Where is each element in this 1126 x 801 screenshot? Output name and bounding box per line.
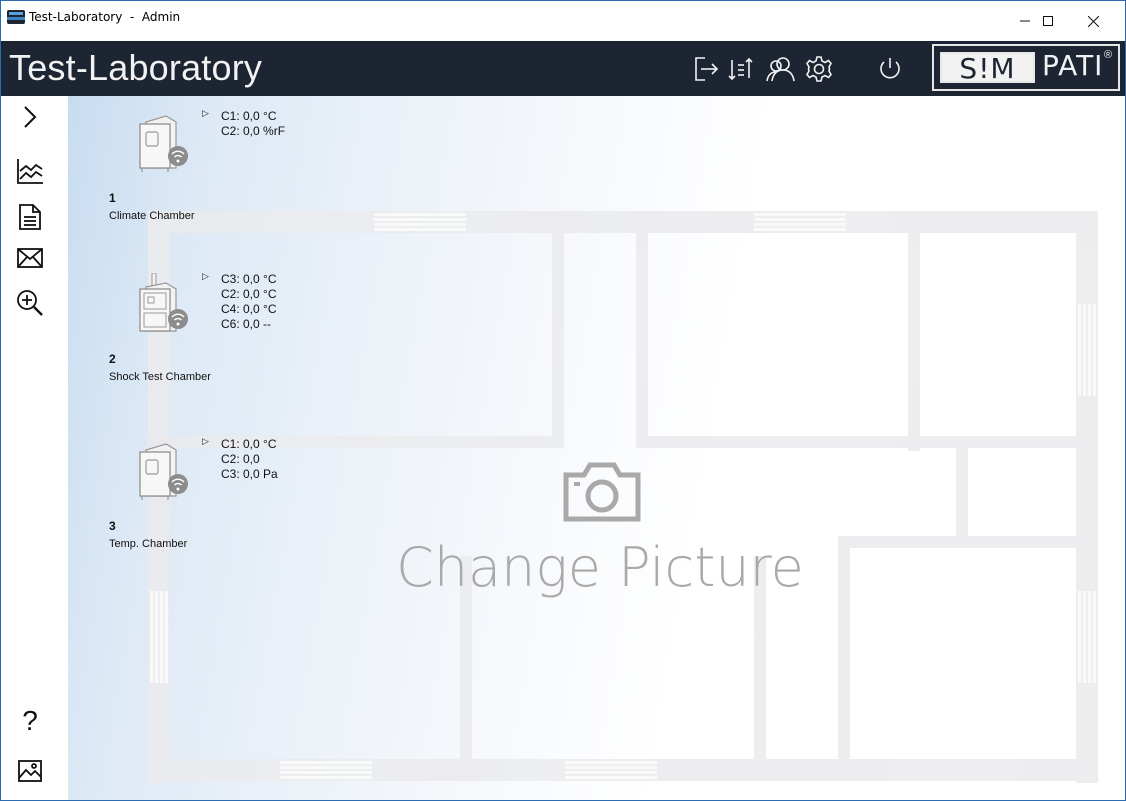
chart-icon [17,159,43,184]
expand-values-icon[interactable]: ▷ [202,436,209,447]
close-icon [1087,15,1099,27]
help-button[interactable]: ? [15,705,45,736]
sort-icon [728,57,753,81]
image-icon [18,760,42,782]
value-line: C3: 0,0 °C [221,272,277,286]
app-window: Test-Laboratory - Admin Test-Laboratory [0,0,1126,801]
change-image-button[interactable] [15,756,45,786]
device-values: C1: 0,0 °C C2: 0,0 %rF [221,109,285,139]
expand-values-icon[interactable]: ▷ [202,271,209,282]
report-button[interactable] [15,202,45,232]
value-line: C4: 0,0 °C [221,302,277,316]
page-title: Test-Laboratory [9,47,263,88]
value-line: C3: 0,0 Pa [221,467,278,481]
app-header: Test-Laboratory S!M PATI ® [1,41,1125,96]
logo-registered: ® [1104,49,1113,61]
maximize-icon [1043,16,1053,26]
value-line: C2: 0,0 °C [221,287,277,301]
power-button[interactable] [875,54,905,84]
zoom-in-button[interactable] [15,288,45,318]
device-climate-chamber[interactable]: ▷ C1: 0,0 °C C2: 0,0 %rF 1 Climate Chamb… [68,96,368,226]
settings-button[interactable] [804,54,834,84]
logout-icon [695,57,719,81]
device-name: Shock Test Chamber [109,371,211,383]
logout-button[interactable] [691,54,721,84]
window-title: Test-Laboratory - Admin [29,10,181,24]
users-icon [766,57,795,82]
expand-chevron-icon [24,106,37,128]
device-temp-chamber[interactable]: ▷ C1: 0,0 °C C2: 0,0 C3: 0,0 Pa 3 Temp. … [68,424,368,554]
value-line: C2: 0,0 [221,452,260,466]
simpati-logo: S!M PATI ® [932,44,1120,91]
camera-icon [563,462,641,522]
value-line: C1: 0,0 °C [221,437,277,451]
app-icon [7,10,25,24]
device-values: C1: 0,0 °C C2: 0,0 C3: 0,0 Pa [221,437,278,482]
device-values: C3: 0,0 °C C2: 0,0 °C C4: 0,0 °C C6: 0,0… [221,272,277,332]
value-line: C6: 0,0 -- [221,317,272,331]
value-line: C2: 0,0 %rF [221,124,286,138]
document-icon [19,204,41,230]
mail-icon [17,248,43,268]
expand-values-icon[interactable]: ▷ [202,108,209,119]
users-button[interactable] [766,54,796,84]
expand-sidebar-button[interactable] [15,102,45,132]
sort-button[interactable] [726,54,756,84]
logo-box: S!M [940,52,1035,83]
power-icon [880,58,900,79]
close-button[interactable] [1070,1,1116,41]
logo-text: PATI [1042,49,1104,82]
change-picture-label: Change Picture [396,536,804,599]
settings-icon [806,56,832,82]
title-bar: Test-Laboratory - Admin [1,1,1125,41]
climate-chamber-icon [139,115,188,172]
chart-button[interactable] [15,156,45,186]
help-icon: ? [22,705,38,736]
device-name: Temp. Chamber [109,538,188,550]
device-number: 1 [109,191,116,205]
device-number: 3 [109,519,116,533]
zoom-in-icon [17,290,43,316]
maximize-button[interactable] [1025,1,1071,41]
device-shock-test-chamber[interactable]: ▷ C3: 0,0 °C C2: 0,0 °C C4: 0,0 °C C6: 0… [68,259,368,389]
device-name: Climate Chamber [109,210,195,222]
mail-button[interactable] [15,243,45,273]
sidebar: ? [1,96,68,800]
value-line: C1: 0,0 °C [221,109,277,123]
temp-chamber-icon [139,443,188,500]
floor-plan-area: Change Picture ▷ C1: 0,0 °C C2: 0,0 %rF … [68,96,1125,800]
shock-test-chamber-icon [139,273,188,332]
device-number: 2 [109,352,116,366]
